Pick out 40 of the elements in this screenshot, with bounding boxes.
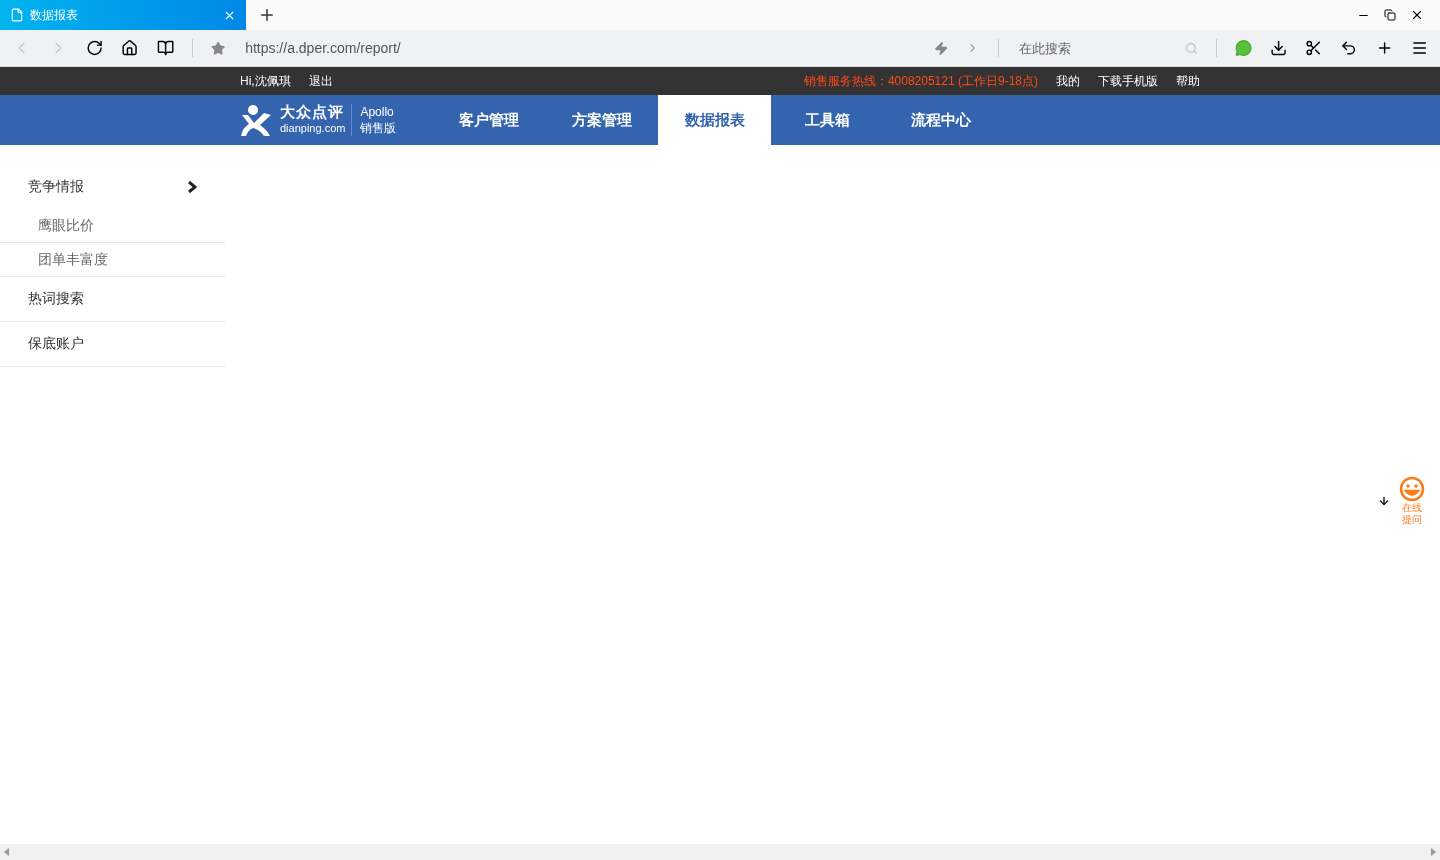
search-field[interactable]: 在此搜索 (1016, 39, 1181, 57)
address-field[interactable]: https://a.dper.com/report/ (243, 39, 917, 57)
top-link[interactable]: 帮助 (1176, 72, 1200, 90)
logout-link[interactable]: 退出 (308, 72, 333, 90)
tab-title: 数据报表 (30, 6, 79, 24)
home-icon[interactable] (121, 39, 139, 57)
nav-tab[interactable]: 客户管理 (432, 95, 545, 145)
top-link[interactable]: 我的 (1056, 72, 1080, 90)
down-arrow-icon[interactable] (1378, 495, 1390, 507)
logo-domain: dianping.com (280, 121, 346, 136)
sidebar-subitem[interactable]: 团单丰富度 (0, 243, 225, 277)
sidebar-item[interactable]: 竞争情报 (0, 165, 225, 209)
sidebar-item[interactable]: 热词搜索 (0, 277, 225, 322)
reload-icon[interactable] (86, 39, 104, 57)
download-icon[interactable] (1269, 39, 1288, 57)
product-name: Apollo (360, 104, 395, 120)
lightning-icon[interactable] (934, 40, 949, 56)
smiley-face-icon (1398, 476, 1426, 502)
new-tab-icon[interactable] (258, 6, 276, 24)
user-greeting: Hi,沈佩琪 (240, 72, 291, 90)
chevron-icon (188, 181, 197, 193)
product-edition: 销售版 (360, 120, 397, 136)
chat-bubble-icon[interactable] (1234, 39, 1252, 57)
nav-tab[interactable]: 流程中心 (884, 95, 997, 145)
sidebar-subitem[interactable]: 鹰眼比价 (0, 209, 225, 243)
restore-icon[interactable] (1384, 9, 1396, 21)
scissors-icon[interactable] (1305, 39, 1323, 57)
sidebar-item[interactable]: 保底账户 (0, 322, 225, 367)
top-link[interactable]: 下载手机版 (1098, 72, 1158, 90)
logo-brand: 大众点评 (280, 104, 345, 120)
undo-icon[interactable] (1340, 39, 1358, 57)
close-icon[interactable] (1410, 8, 1424, 22)
book-icon[interactable] (156, 39, 174, 57)
nav-tab[interactable]: 数据报表 (658, 95, 771, 145)
star-icon[interactable] (210, 40, 226, 56)
nav-tab[interactable]: 方案管理 (545, 95, 658, 145)
hotline-text: 销售服务热线：4008205121 (工作日9-18点) (803, 72, 1038, 90)
menu-icon[interactable] (1410, 39, 1428, 57)
document-icon (10, 8, 24, 22)
nav-tab[interactable]: 工具箱 (771, 95, 884, 145)
